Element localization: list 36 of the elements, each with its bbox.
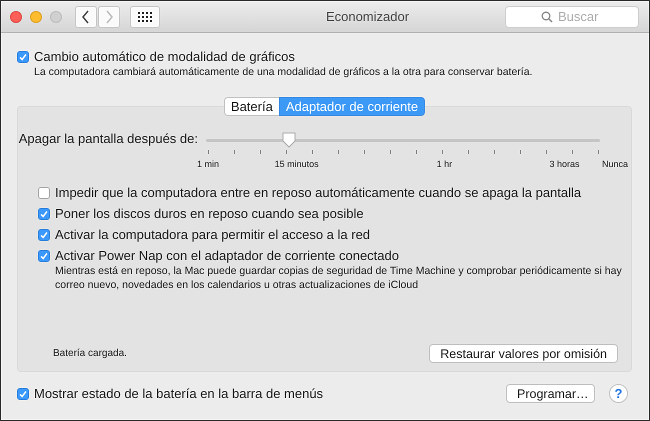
- tick-label: 15 minutos: [274, 159, 319, 169]
- zoom-icon: [50, 10, 62, 22]
- search-field[interactable]: Buscar: [505, 6, 639, 28]
- checkbox[interactable]: [38, 250, 50, 262]
- grid-icon: [138, 12, 152, 22]
- description-text: La computadora cambiará automáticamente de una modalidad de gráficos a la otra para conservar batería.: [34, 65, 534, 79]
- checkbox[interactable]: [38, 228, 50, 240]
- show-all-button[interactable]: [130, 6, 160, 28]
- battery-status: Batería cargada.: [53, 348, 127, 359]
- tick-label: Nunca: [602, 159, 628, 169]
- restore-defaults-button[interactable]: Restaurar valores por omisión: [429, 344, 618, 363]
- tick-label: 1 min: [196, 159, 219, 169]
- checkbox-label: Mostrar estado de la batería en la barra de menús: [34, 386, 324, 401]
- checkbox[interactable]: [38, 208, 50, 220]
- chevron-right-icon: [104, 10, 114, 24]
- window-title: Economizador: [324, 9, 410, 24]
- checkbox[interactable]: [17, 50, 29, 62]
- slider-thumb[interactable]: [282, 132, 296, 148]
- back-button[interactable]: [75, 6, 97, 28]
- description-text: Mientras está en reposo, la Mac puede guardar copias de seguridad de Time Machine y comprobar periódicamente si hay correo nuevo, novedades en los calendarios u otras actualizaciones de iCloud: [55, 264, 623, 292]
- checkbox-label: Poner los discos duros en reposo cuando sea posible: [55, 206, 364, 221]
- checkbox-label: Impedir que la computadora entre en reposo automáticamente cuando se apaga la pantalla: [55, 185, 582, 200]
- close-icon[interactable]: [10, 10, 22, 22]
- checkbox-label: Activar la computadora para permitir el acceso a la red: [55, 227, 370, 242]
- slider-label: Apagar la pantalla después de:: [18, 131, 198, 147]
- tab[interactable]: Batería: [224, 97, 279, 116]
- tick-label: 1 hr: [436, 159, 452, 169]
- checkbox[interactable]: [38, 186, 50, 198]
- tick-label: 3 horas: [550, 159, 580, 169]
- chevron-left-icon: [81, 10, 91, 24]
- checkbox[interactable]: [17, 388, 29, 400]
- schedule-button[interactable]: Programar…: [506, 384, 595, 403]
- help-button[interactable]: ?: [609, 384, 628, 403]
- search-icon: [541, 10, 553, 22]
- checkbox-label: Activar Power Nap con el adaptador de corriente conectado: [55, 248, 399, 263]
- checkbox-label: Cambio automático de modalidad de gráficos: [34, 49, 295, 64]
